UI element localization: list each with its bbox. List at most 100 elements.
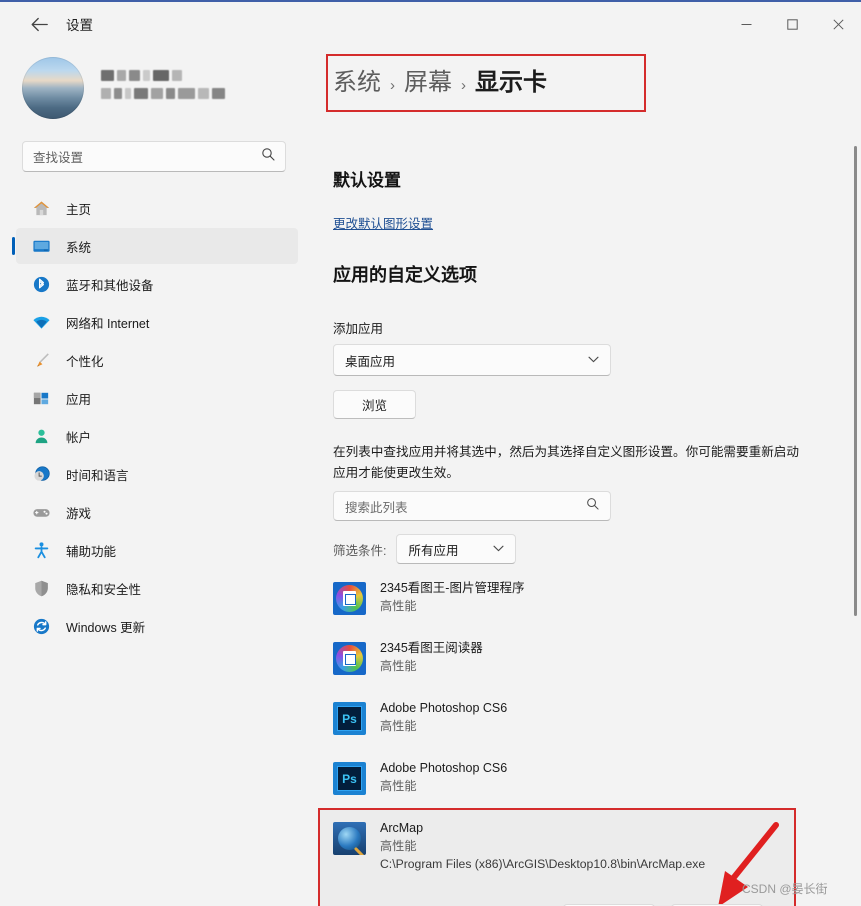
app-path: C:\Program Files (x86)\ArcGIS\Desktop10.… bbox=[380, 857, 706, 871]
sidebar-item-apps[interactable]: 应用 bbox=[16, 380, 298, 416]
list-item[interactable]: Ps Adobe Photoshop CS6 高性能 bbox=[326, 756, 796, 810]
close-button[interactable] bbox=[815, 2, 861, 46]
user-info bbox=[101, 70, 225, 106]
sidebar-item-label: 帐户 bbox=[66, 430, 92, 445]
sidebar-item-windows-update[interactable]: Windows 更新 bbox=[16, 608, 298, 644]
search-placeholder: 查找设置 bbox=[33, 151, 84, 165]
breadcrumb-item-system[interactable]: 系统 bbox=[333, 62, 381, 97]
window-controls bbox=[723, 2, 861, 46]
sidebar-item-label: Windows 更新 bbox=[66, 620, 146, 635]
breadcrumb: 系统 › 屏幕 › 显示卡 bbox=[333, 62, 547, 97]
app-photoshop-icon: Ps bbox=[333, 702, 366, 735]
app-type-dropdown[interactable]: 桌面应用 bbox=[333, 344, 611, 376]
sidebar-item-network[interactable]: 网络和 Internet bbox=[16, 304, 298, 340]
browse-button[interactable]: 浏览 bbox=[333, 390, 416, 419]
wifi-icon bbox=[30, 311, 52, 333]
sidebar-nav: 主页 系统 蓝牙和其他设备 网络和 Internet 个性化 应用 帐户 时间和… bbox=[0, 190, 308, 644]
sidebar-item-time-language[interactable]: 时间和语言 bbox=[16, 456, 298, 492]
app-2345-reader-icon bbox=[333, 642, 366, 675]
home-icon bbox=[30, 197, 52, 219]
sidebar-item-label: 蓝牙和其他设备 bbox=[66, 278, 154, 293]
search-icon bbox=[586, 497, 599, 515]
shield-icon bbox=[30, 577, 52, 599]
sidebar-item-label: 系统 bbox=[66, 240, 92, 255]
apps-icon bbox=[30, 387, 52, 409]
default-settings-title: 默认设置 bbox=[333, 171, 401, 190]
filter-value: 所有应用 bbox=[408, 543, 459, 558]
sidebar: 查找设置 主页 系统 蓝牙和其他设备 网络和 Internet 个性化 应用 帐… bbox=[0, 46, 308, 906]
app-arcmap-icon bbox=[333, 822, 366, 855]
maximize-icon bbox=[786, 18, 798, 30]
filter-dropdown[interactable]: 所有应用 bbox=[396, 534, 517, 564]
accessibility-icon bbox=[30, 539, 52, 561]
sidebar-item-privacy-security[interactable]: 隐私和安全性 bbox=[16, 570, 298, 606]
custom-options-description: 在列表中查找应用并将其选中，然后为其选择自定义图形设置。你可能需要重新启动应用才… bbox=[333, 445, 799, 480]
sidebar-item-accounts[interactable]: 帐户 bbox=[16, 418, 298, 454]
sidebar-item-label: 网络和 Internet bbox=[66, 316, 150, 331]
sidebar-item-accessibility[interactable]: 辅助功能 bbox=[16, 532, 298, 568]
bluetooth-icon bbox=[30, 273, 52, 295]
custom-options-title: 应用的自定义选项 bbox=[333, 265, 477, 285]
filter-row: 筛选条件: 所有应用 bbox=[333, 534, 517, 564]
settings-search: 查找设置 bbox=[22, 141, 286, 172]
gamepad-icon bbox=[30, 501, 52, 523]
search-input[interactable]: 查找设置 bbox=[22, 141, 286, 172]
sidebar-item-label: 游戏 bbox=[66, 506, 92, 521]
app-2345-picture-icon bbox=[333, 582, 366, 615]
list-item[interactable]: Ps Adobe Photoshop CS6 高性能 bbox=[326, 696, 796, 750]
breadcrumb-separator: › bbox=[390, 77, 395, 94]
sidebar-item-system[interactable]: 系统 bbox=[12, 228, 298, 264]
paintbrush-icon bbox=[30, 349, 52, 371]
sidebar-item-bluetooth[interactable]: 蓝牙和其他设备 bbox=[16, 266, 298, 302]
breadcrumb-item-display[interactable]: 屏幕 bbox=[404, 62, 452, 97]
list-search-input[interactable]: 搜索此列表 bbox=[333, 491, 611, 521]
photoshop-ps-glyph: Ps bbox=[337, 766, 362, 791]
user-profile[interactable] bbox=[22, 57, 308, 119]
app-status: 高性能 bbox=[380, 599, 417, 613]
breadcrumb-item-graphics: 显示卡 bbox=[475, 69, 547, 96]
app-status: 高性能 bbox=[380, 719, 417, 733]
app-title: 设置 bbox=[66, 18, 93, 33]
back-button[interactable] bbox=[22, 9, 56, 39]
settings-window: 设置 查找设置 主页 系统 蓝牙和其他设备 网络和 Internet 个性化 应… bbox=[0, 0, 861, 906]
app-name: 2345看图王阅读器 bbox=[380, 641, 483, 655]
list-search-placeholder: 搜索此列表 bbox=[345, 500, 408, 515]
search-icon bbox=[261, 147, 275, 166]
clock-globe-icon bbox=[30, 463, 52, 485]
photoshop-ps-glyph: Ps bbox=[337, 706, 362, 731]
add-app-label: 添加应用 bbox=[333, 322, 384, 336]
app-name: Adobe Photoshop CS6 bbox=[380, 701, 508, 715]
system-monitor-icon bbox=[30, 235, 52, 257]
app-status: 高性能 bbox=[380, 659, 417, 673]
filter-label: 筛选条件: bbox=[333, 543, 387, 558]
sidebar-item-label: 主页 bbox=[66, 202, 92, 217]
sidebar-item-label: 个性化 bbox=[66, 354, 104, 369]
app-name: ArcMap bbox=[380, 821, 424, 835]
sidebar-item-home[interactable]: 主页 bbox=[16, 190, 298, 226]
list-item[interactable]: 2345看图王阅读器 高性能 bbox=[326, 636, 796, 690]
minimize-button[interactable] bbox=[723, 2, 769, 46]
content-scrollbar[interactable] bbox=[854, 146, 857, 616]
main-content: 系统 › 屏幕 › 显示卡 默认设置 更改默认图形设置 应用的自定义选项 添加应… bbox=[308, 46, 861, 906]
sidebar-item-label: 时间和语言 bbox=[66, 468, 129, 483]
avatar bbox=[22, 57, 84, 119]
sidebar-item-personalization[interactable]: 个性化 bbox=[16, 342, 298, 378]
update-refresh-icon bbox=[30, 615, 52, 637]
back-arrow-icon bbox=[31, 17, 48, 31]
minimize-icon bbox=[741, 23, 751, 25]
user-name-redacted bbox=[101, 70, 225, 81]
app-name: Adobe Photoshop CS6 bbox=[380, 761, 508, 775]
app-name: 2345看图王-图片管理程序 bbox=[380, 581, 525, 595]
close-icon bbox=[832, 18, 844, 30]
maximize-button[interactable] bbox=[769, 2, 815, 46]
watermark: CSDN @晏长街 bbox=[742, 882, 828, 896]
app-photoshop-icon: Ps bbox=[333, 762, 366, 795]
app-type-value: 桌面应用 bbox=[345, 354, 396, 369]
app-status: 高性能 bbox=[380, 779, 417, 793]
chevron-down-icon bbox=[588, 355, 599, 366]
list-item[interactable]: 2345看图王-图片管理程序 高性能 bbox=[326, 576, 796, 630]
account-person-icon bbox=[30, 425, 52, 447]
sidebar-item-gaming[interactable]: 游戏 bbox=[16, 494, 298, 530]
sidebar-item-label: 隐私和安全性 bbox=[66, 582, 142, 597]
change-default-graphics-link[interactable]: 更改默认图形设置 bbox=[333, 213, 433, 232]
